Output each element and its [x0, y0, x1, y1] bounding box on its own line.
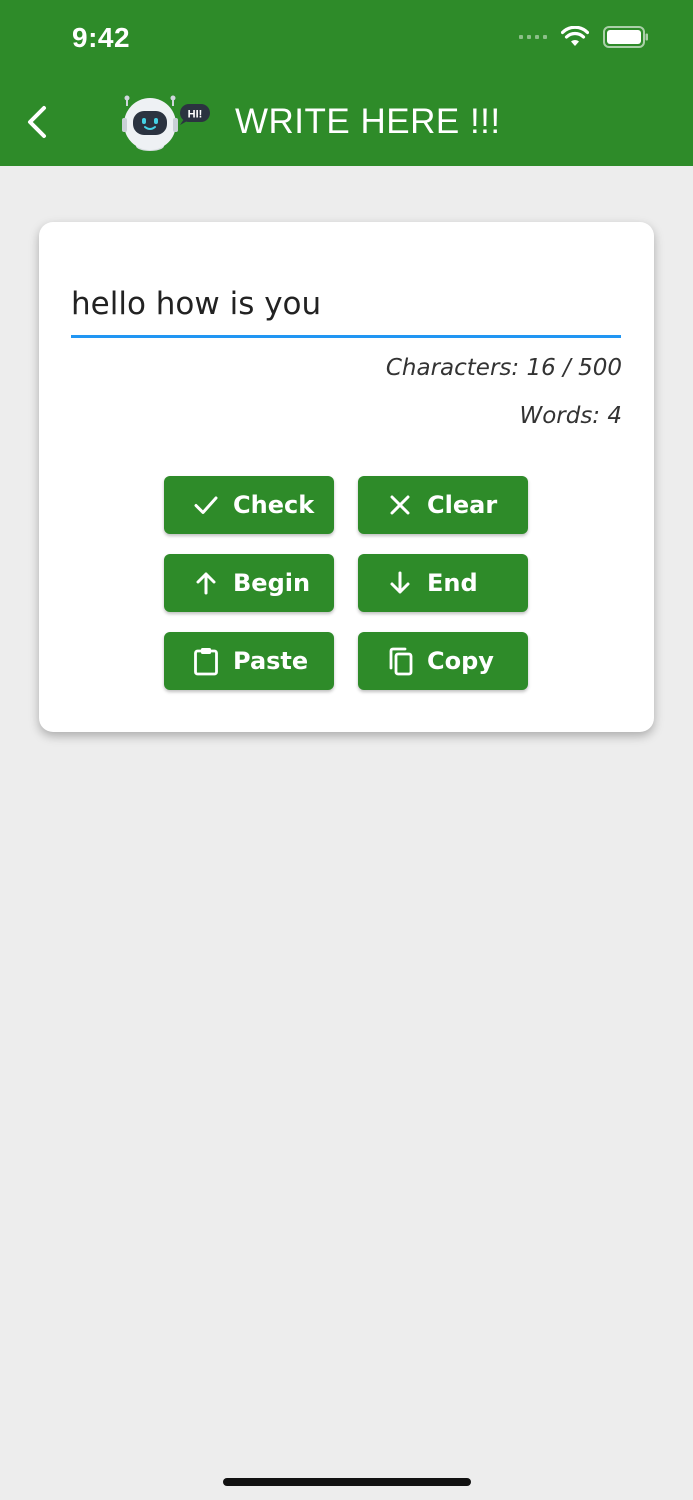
end-button[interactable]: End — [358, 554, 528, 612]
words-counter: Words: 4 — [519, 403, 622, 429]
arrow-up-icon — [192, 569, 220, 597]
robot-logo-icon: HI! — [122, 95, 210, 151]
chevron-left-icon — [28, 106, 46, 138]
app-bar: 9:42 HI! WRITE HERE !!! — [0, 0, 693, 166]
begin-button[interactable]: Begin — [164, 554, 334, 612]
back-button[interactable] — [20, 100, 54, 144]
logo-badge-text: HI! — [188, 109, 203, 121]
text-input[interactable] — [71, 272, 621, 338]
check-button-label: Check — [233, 491, 315, 519]
characters-counter: Characters: 16 / 500 — [385, 355, 622, 381]
paste-button-label: Paste — [233, 647, 309, 675]
begin-button-label: Begin — [233, 569, 311, 597]
arrow-down-icon — [386, 569, 414, 597]
close-icon — [386, 491, 414, 519]
cellular-signal-icon — [519, 35, 547, 39]
paste-button[interactable]: Paste — [164, 632, 334, 690]
clear-button-label: Clear — [427, 491, 498, 519]
editor-card: Characters: 16 / 500 Words: 4 Check Clea… — [39, 222, 654, 732]
status-time: 9:42 — [72, 22, 131, 53]
copy-button[interactable]: Copy — [358, 632, 528, 690]
page-title: WRITE HERE !!! — [235, 102, 501, 141]
clear-button[interactable]: Clear — [358, 476, 528, 534]
end-button-label: End — [427, 569, 478, 597]
wifi-icon — [561, 26, 589, 46]
check-icon — [192, 491, 220, 519]
check-button[interactable]: Check — [164, 476, 334, 534]
battery-icon — [603, 26, 648, 48]
home-indicator[interactable] — [223, 1478, 471, 1486]
copy-button-label: Copy — [427, 647, 494, 675]
copy-icon — [386, 647, 414, 676]
clipboard-icon — [192, 647, 220, 676]
status-icons — [519, 26, 649, 48]
